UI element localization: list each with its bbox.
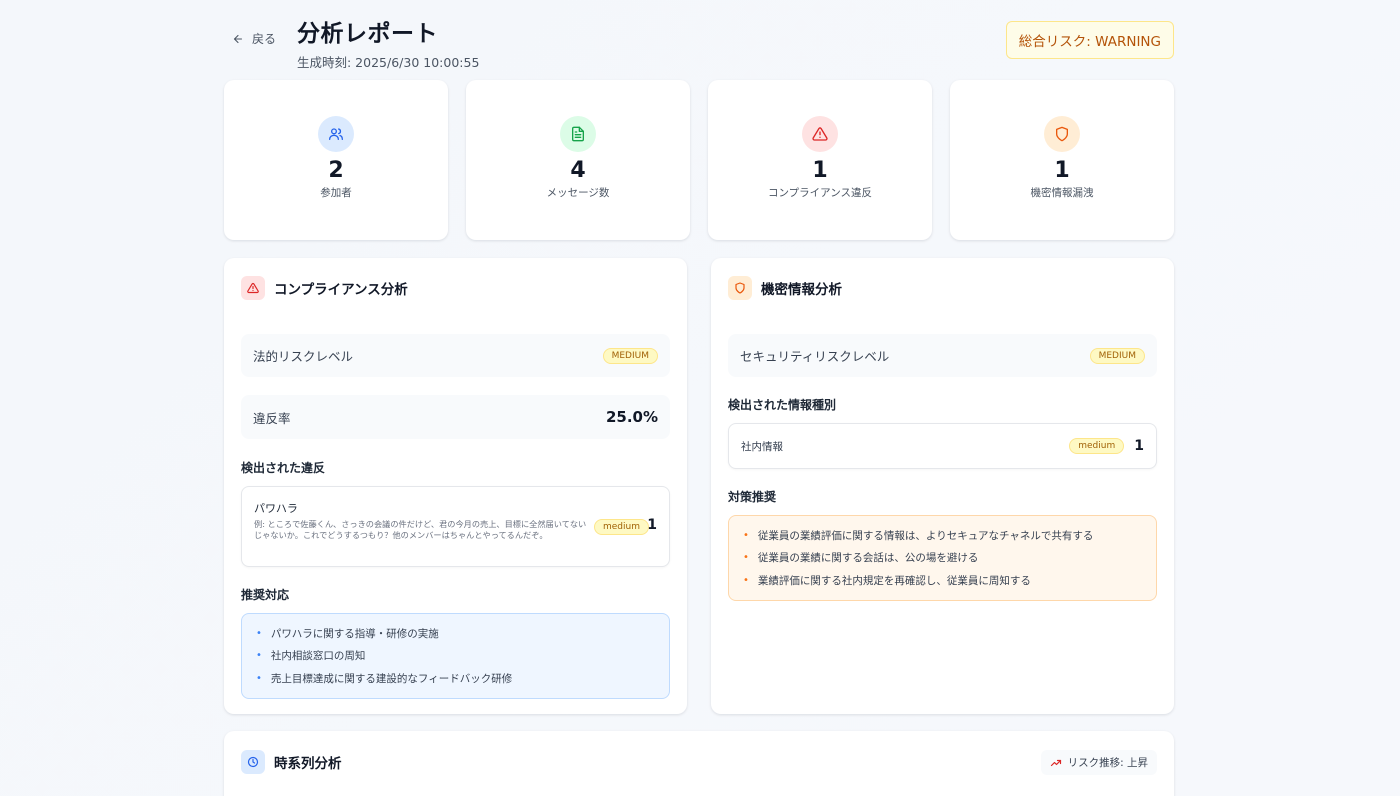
security-risk-badge: MEDIUM bbox=[1089, 347, 1145, 364]
shield-icon bbox=[1044, 116, 1080, 152]
page-title: 分析レポート bbox=[297, 21, 438, 47]
stat-card-compliance: 1 コンプライアンス違反 bbox=[708, 80, 932, 240]
info-type-count: 1 bbox=[1134, 438, 1144, 454]
stat-card-leak: 1 機密情報漏洩 bbox=[950, 80, 1174, 240]
violation-severity-badge: medium bbox=[594, 519, 649, 535]
warning-icon bbox=[802, 116, 838, 152]
panel-title: 時系列分析 bbox=[274, 756, 342, 772]
legal-risk-badge: MEDIUM bbox=[602, 347, 658, 364]
stat-label: 機密情報漏洩 bbox=[1030, 187, 1094, 199]
list-item: パワハラに関する指導・研修の実施 bbox=[256, 622, 655, 645]
generated-time: 生成時刻: 2025/6/30 10:00:55 bbox=[297, 55, 480, 70]
legal-risk-row: 法的リスクレベル MEDIUM bbox=[241, 334, 670, 377]
list-item: 業績評価に関する社内規定を再確認し、従業員に周知する bbox=[743, 569, 1142, 592]
panel-title: 機密情報分析 bbox=[761, 282, 842, 298]
timeline-panel-header: 時系列分析 bbox=[241, 750, 1157, 774]
violation-rate-label: 違反率 bbox=[253, 410, 291, 426]
list-item: 売上目標達成に関する建設的なフィードバック研修 bbox=[256, 667, 655, 690]
violation-item[interactable]: パワハラ 例: ところで佐藤くん、さっきの会議の件だけど、君の今月の売上、目標に… bbox=[241, 486, 670, 567]
stat-card-messages: 4 メッセージ数 bbox=[466, 80, 690, 240]
stat-label: コンプライアンス違反 bbox=[767, 187, 873, 199]
stat-value: 2 bbox=[328, 158, 344, 183]
warning-icon bbox=[241, 276, 265, 300]
risk-trend-label: リスク推移: 上昇 bbox=[1067, 757, 1148, 769]
info-type-item[interactable]: 社内情報 medium 1 bbox=[728, 423, 1157, 469]
timeline-panel: 時系列分析 リスク推移: 上昇 bbox=[224, 731, 1174, 796]
recommendations-list: パワハラに関する指導・研修の実施 社内相談窓口の周知 売上目標達成に関する建設的… bbox=[241, 613, 670, 699]
list-item: 従業員の業績評価に関する情報は、よりセキュアなチャネルで共有する bbox=[743, 524, 1142, 547]
stat-value: 4 bbox=[570, 158, 586, 183]
info-types-heading: 検出された情報種別 bbox=[728, 398, 837, 412]
shield-icon bbox=[728, 276, 752, 300]
stat-label: メッセージ数 bbox=[546, 187, 610, 199]
back-label: 戻る bbox=[252, 32, 277, 46]
title-block: 分析レポート 生成時刻: 2025/6/30 10:00:55 bbox=[297, 14, 479, 71]
page-header: 戻る 分析レポート 生成時刻: 2025/6/30 10:00:55 総合リスク… bbox=[224, 14, 1174, 70]
compliance-panel-header: コンプライアンス分析 bbox=[241, 276, 670, 300]
detected-violations-heading: 検出された違反 bbox=[241, 461, 326, 475]
confidential-panel-header: 機密情報分析 bbox=[728, 276, 1157, 300]
stat-value: 1 bbox=[1054, 158, 1070, 183]
compliance-panel: コンプライアンス分析 法的リスクレベル MEDIUM 違反率 25.0% 検出さ… bbox=[224, 258, 687, 714]
overall-risk-badge: 総合リスク: WARNING bbox=[1005, 21, 1174, 59]
stat-card-participants: 2 参加者 bbox=[224, 80, 448, 240]
users-icon bbox=[318, 116, 354, 152]
trending-up-icon bbox=[1050, 759, 1061, 766]
clock-icon bbox=[241, 750, 265, 774]
list-item: 社内相談窓口の周知 bbox=[256, 645, 655, 668]
security-risk-label: セキュリティリスクレベル bbox=[740, 349, 890, 364]
stat-value: 1 bbox=[812, 158, 828, 183]
stat-label: 参加者 bbox=[320, 187, 352, 199]
violation-example: 例: ところで佐藤くん、さっきの会議の件だけど、君の今月の売上、目標に全然届いて… bbox=[254, 519, 587, 540]
violation-count: 1 bbox=[647, 517, 657, 533]
document-icon bbox=[560, 116, 596, 152]
list-item: 従業員の業績に関する会話は、公の場を避ける bbox=[743, 547, 1142, 570]
legal-risk-label: 法的リスクレベル bbox=[253, 349, 354, 364]
violation-rate-row: 違反率 25.0% bbox=[241, 395, 670, 439]
info-type-severity-badge: medium bbox=[1069, 438, 1125, 454]
security-risk-row: セキュリティリスクレベル MEDIUM bbox=[728, 334, 1157, 377]
measures-heading: 対策推奨 bbox=[728, 490, 777, 504]
measures-list: 従業員の業績評価に関する情報は、よりセキュアなチャネルで共有する 従業員の業績に… bbox=[728, 515, 1157, 601]
violation-type: パワハラ bbox=[254, 502, 298, 515]
info-type-meta: medium 1 bbox=[1069, 438, 1144, 454]
back-button[interactable]: 戻る bbox=[232, 30, 276, 47]
panel-title: コンプライアンス分析 bbox=[274, 282, 408, 298]
recommendations-heading: 推奨対応 bbox=[241, 588, 290, 602]
confidential-panel: 機密情報分析 セキュリティリスクレベル MEDIUM 検出された情報種別 社内情… bbox=[711, 258, 1174, 714]
info-type-label: 社内情報 bbox=[741, 440, 783, 453]
arrow-left-icon bbox=[233, 34, 243, 43]
violation-rate-value: 25.0% bbox=[605, 408, 658, 426]
risk-trend-badge: リスク推移: 上昇 bbox=[1040, 750, 1157, 775]
